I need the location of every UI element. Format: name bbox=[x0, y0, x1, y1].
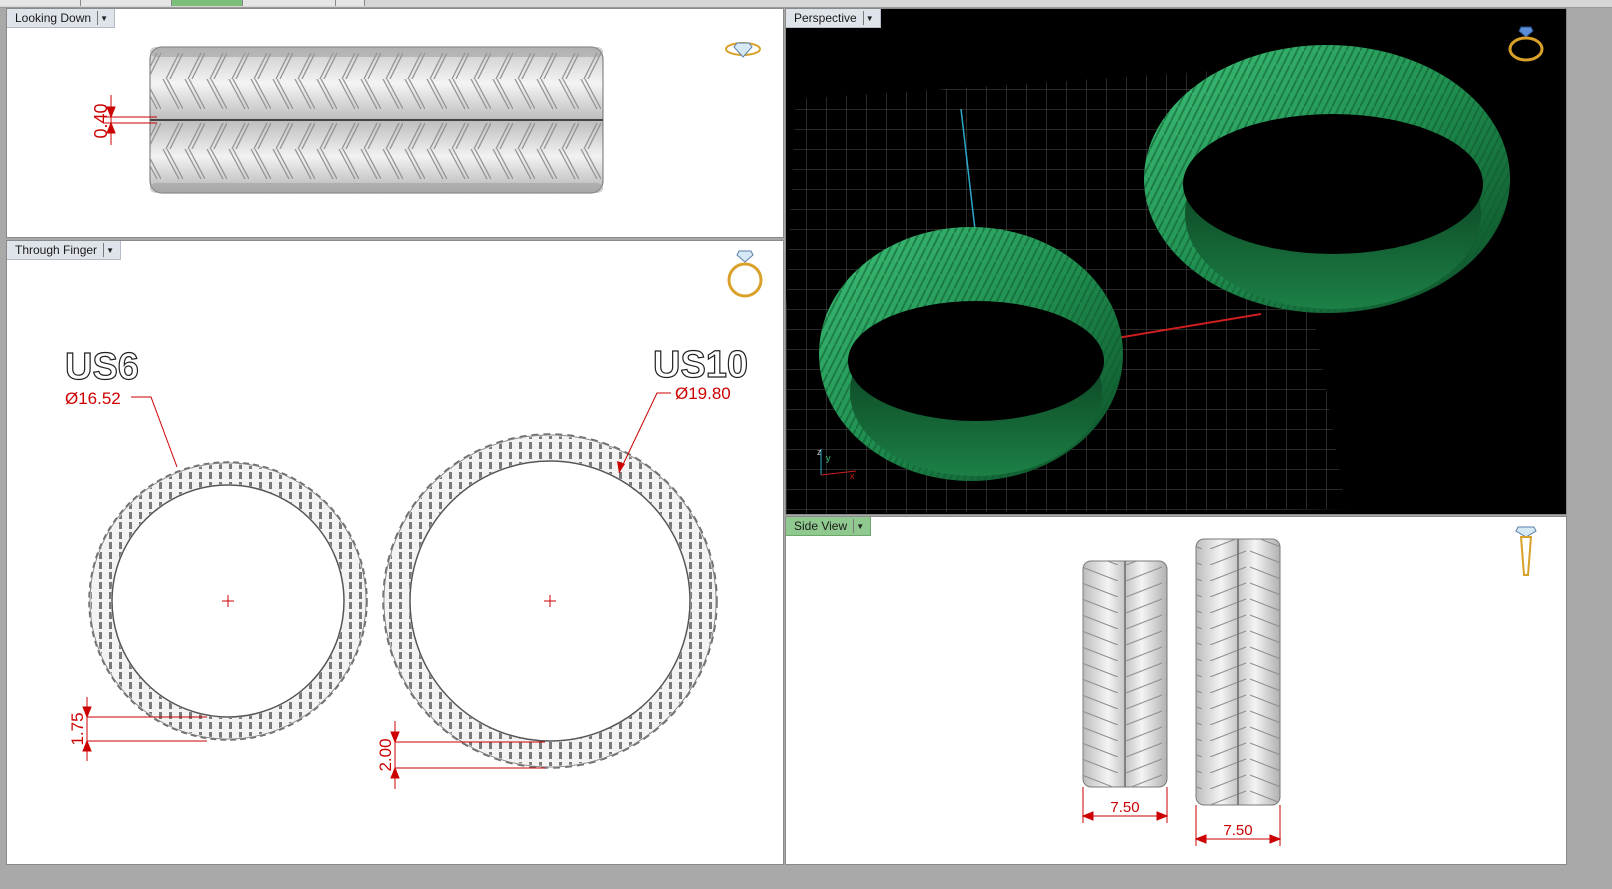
ring-us6 bbox=[88, 461, 368, 741]
viewport-tab-menu[interactable] bbox=[336, 0, 365, 6]
viewport-tab-strip bbox=[0, 0, 1612, 8]
diamond-ring-top-icon bbox=[723, 37, 763, 66]
gap-dimension-label: 0.40 bbox=[91, 103, 111, 138]
ring-us10 bbox=[382, 433, 718, 769]
svg-text:x: x bbox=[850, 471, 855, 481]
viewport-tab[interactable] bbox=[0, 0, 81, 6]
viewport-perspective[interactable]: Perspective ▼ z x y bbox=[785, 8, 1567, 515]
thickness-label-left: 1.75 bbox=[68, 712, 87, 745]
ring-perspective-icon bbox=[1504, 25, 1546, 70]
viewport-side-view[interactable]: Side View ▼ 7.50 7.50 bbox=[785, 516, 1567, 865]
viewport-tab[interactable] bbox=[81, 0, 172, 6]
viewport-looking-down[interactable]: Looking Down ▼ 0.40 bbox=[6, 8, 784, 238]
looking-down-canvas: 0.40 bbox=[91, 46, 604, 194]
ring-size-label-left: US6 bbox=[65, 346, 139, 388]
viewport-tab[interactable] bbox=[243, 0, 336, 6]
ring-front-icon bbox=[725, 249, 765, 306]
ring-us10-3d bbox=[1144, 45, 1510, 313]
ring-us6-side bbox=[1082, 560, 1168, 788]
diameter-label-left: Ø16.52 bbox=[65, 389, 121, 408]
diameter-leader-left bbox=[131, 396, 178, 468]
ring-size-label-right: US10 bbox=[653, 344, 748, 386]
thickness-label-right: 2.00 bbox=[376, 738, 395, 771]
through-finger-canvas: US6 US10 Ø16.52 Ø19.80 1.75 2.00 bbox=[64, 343, 749, 789]
ring-top-view bbox=[149, 46, 604, 194]
svg-text:y: y bbox=[826, 453, 831, 463]
ring-us10-side bbox=[1195, 538, 1281, 806]
width-label-right: 7.50 bbox=[1223, 822, 1252, 839]
perspective-canvas: z x y bbox=[786, 45, 1510, 514]
dimension-gap bbox=[103, 95, 157, 145]
side-view-canvas: 7.50 7.50 bbox=[1081, 538, 1282, 846]
ring-us6-3d bbox=[819, 227, 1123, 481]
viewport-tab-active[interactable] bbox=[172, 0, 243, 6]
width-label-left: 7.50 bbox=[1110, 799, 1139, 816]
diameter-label-right: Ø19.80 bbox=[675, 384, 731, 403]
ring-side-icon bbox=[1513, 525, 1539, 586]
viewport-through-finger[interactable]: Through Finger ▼ US6 US10 Ø16.52 Ø19.80 … bbox=[6, 240, 784, 865]
svg-text:z: z bbox=[817, 447, 822, 457]
